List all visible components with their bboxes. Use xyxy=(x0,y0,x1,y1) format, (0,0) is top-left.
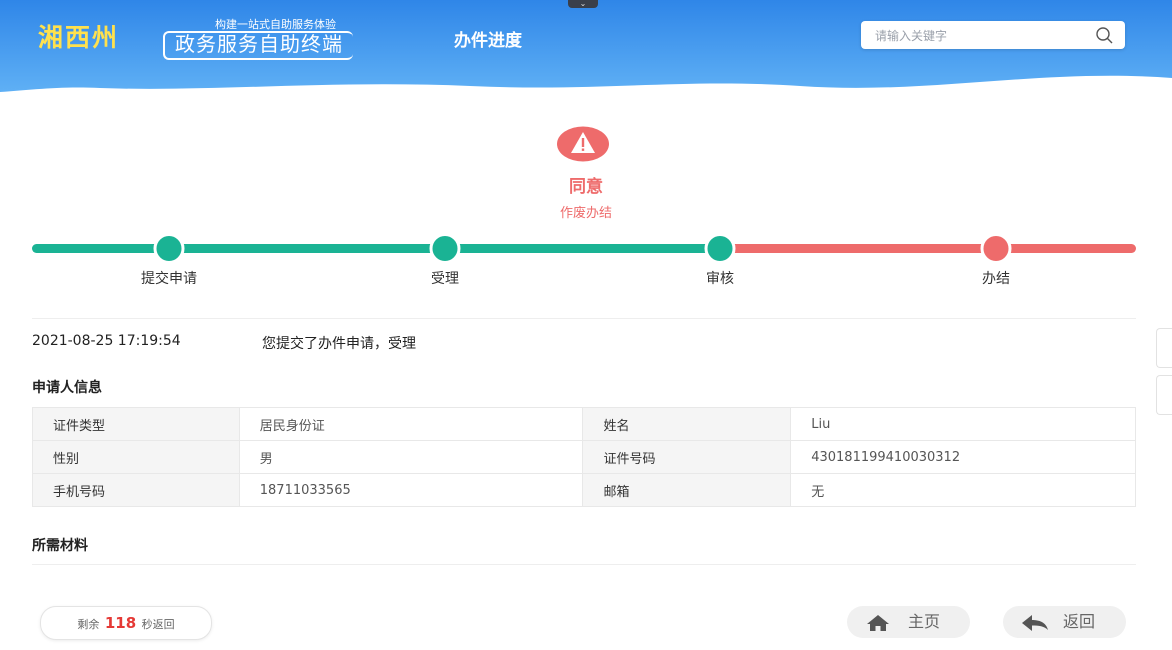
table-row: 手机号码 18711033565 邮箱 无 xyxy=(32,473,1136,507)
field-label-email: 邮箱 xyxy=(582,473,792,507)
step-node-review xyxy=(704,234,736,264)
divider xyxy=(32,318,1136,319)
step-node-complete xyxy=(980,234,1012,264)
logo-region-name: 湘西州 xyxy=(38,23,120,52)
search-icon[interactable] xyxy=(1095,26,1113,44)
status-title: 同意 xyxy=(569,177,603,197)
countdown-seconds: 118 xyxy=(104,614,137,632)
step-node-accept xyxy=(429,234,461,264)
field-label-id-type: 证件类型 xyxy=(32,407,240,441)
status-subtitle: 作废办结 xyxy=(559,206,612,221)
field-value-email: 无 xyxy=(790,473,1136,507)
side-tab-upper[interactable] xyxy=(1156,328,1172,368)
progress-track xyxy=(32,234,1136,264)
countdown-suffix: 秒返回 xyxy=(141,618,175,631)
home-icon xyxy=(867,615,889,631)
logo-subtitle: 构建一站式自助服务体验 政务服务自助终端 xyxy=(163,14,433,60)
field-value-id-number: 430181199410030312 xyxy=(790,440,1136,474)
field-label-name: 姓名 xyxy=(582,407,792,441)
field-value-name: Liu xyxy=(790,407,1136,441)
materials-section-title: 所需材料 xyxy=(32,538,88,554)
step-label-complete: 办结 xyxy=(982,271,1010,287)
log-timestamp: 2021-08-25 17:19:54 xyxy=(32,333,181,349)
home-button[interactable]: 主页 xyxy=(847,606,970,638)
field-label-gender: 性别 xyxy=(32,440,240,474)
logo-terminal-name: 政务服务自助终端 xyxy=(163,31,353,60)
back-button[interactable]: 返回 xyxy=(1003,606,1126,638)
step-node-submit xyxy=(153,234,185,264)
step-label-review: 审核 xyxy=(706,271,734,287)
field-value-phone: 18711033565 xyxy=(238,473,584,507)
side-tab-lower[interactable] xyxy=(1156,375,1172,415)
back-arrow-icon xyxy=(1022,615,1048,631)
header-banner: ⌄ 湘西州 构建一站式自助服务体验 政务服务自助终端 办件进度 xyxy=(0,0,1172,100)
field-value-id-type: 居民身份证 xyxy=(238,407,584,441)
top-collapse-toggle[interactable]: ⌄ xyxy=(568,0,598,8)
search-input[interactable] xyxy=(873,26,1077,46)
step-label-submit: 提交申请 xyxy=(141,271,197,287)
field-label-id-number: 证件号码 xyxy=(582,440,792,474)
divider xyxy=(32,564,1136,565)
home-button-label: 主页 xyxy=(908,612,941,631)
back-button-label: 返回 xyxy=(1063,612,1096,631)
countdown-prefix: 剩余 xyxy=(77,618,100,631)
logo-tagline: 构建一站式自助服务体验 xyxy=(215,18,336,31)
log-message: 您提交了办件申请，受理 xyxy=(262,336,416,352)
page-title: 办件进度 xyxy=(454,31,522,51)
applicant-section-title: 申请人信息 xyxy=(32,380,102,396)
field-value-gender: 男 xyxy=(238,440,584,474)
table-row: 性别 男 证件号码 430181199410030312 xyxy=(32,440,1136,474)
table-row: 证件类型 居民身份证 姓名 Liu xyxy=(32,407,1136,441)
field-label-phone: 手机号码 xyxy=(32,473,240,507)
step-label-accept: 受理 xyxy=(431,271,459,287)
countdown-timer: 剩余 118 秒返回 xyxy=(40,606,212,640)
applicant-info-table: 证件类型 居民身份证 姓名 Liu 性别 男 证件号码 430181199410… xyxy=(32,407,1136,507)
warning-icon xyxy=(557,126,609,162)
progress-segment-done xyxy=(32,244,720,253)
progress-segment-error xyxy=(720,244,1136,253)
search-box[interactable] xyxy=(861,21,1125,49)
